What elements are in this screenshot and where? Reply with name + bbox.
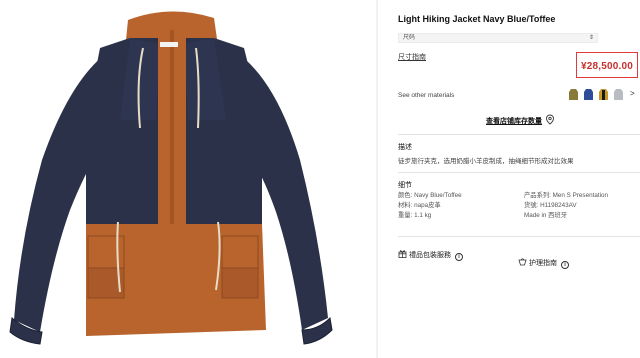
detail-origin: Made in 西班牙 [524,212,568,219]
detail-sku: 货號: H1198243AV [524,202,577,209]
product-price: ¥28,500.00 [580,61,634,72]
chevron-updown-icon: ⇕ [588,35,594,41]
size-select[interactable]: 尺码 ⇕ [398,33,598,43]
panel-divider [376,0,378,358]
divider [398,236,640,237]
info-icon[interactable]: i [454,253,463,261]
swatches-next-icon[interactable]: > [630,89,635,99]
gift-wrapping-link[interactable]: 禮品包裝服務 i [398,250,463,261]
detail-color: 颜色: Navy Blue/Toffee [398,192,462,199]
divider [398,172,640,173]
product-title: Light Hiking Jacket Navy Blue/Toffee [398,14,556,24]
location-pin-icon[interactable] [545,114,555,125]
divider [398,134,640,135]
info-icon[interactable]: i [560,261,569,269]
description-heading: 描述 [398,144,412,151]
material-swatches: > [568,88,640,102]
care-guide-label: 护理指南 [529,260,557,267]
detail-material: 材料: napa皮革 [398,202,441,209]
see-other-materials-label: See other materials [398,92,455,99]
gift-wrapping-label: 禮品包裝服務 [409,252,451,259]
care-guide-link[interactable]: 护理指南 i [518,258,569,269]
swatch-olive-jacket[interactable] [568,88,579,101]
description-text: 徒步旅行夹克，选用奶腊小羊皮制成，抽绳细节形成对比效果 [398,158,574,165]
detail-collection: 产品系列: Men S Presentation [524,192,608,199]
swatch-gold-black-jacket[interactable] [598,88,609,101]
store-stock-link[interactable]: 查看店铺库存数量 [486,116,542,126]
swatch-grey-jacket[interactable] [613,88,624,101]
swatch-blue-jacket[interactable] [583,88,594,101]
product-image-jacket[interactable] [0,0,376,358]
detail-weight: 重量: 1.1 kg [398,212,432,219]
details-heading: 细节 [398,182,412,189]
product-image-panel [0,0,376,358]
size-guide-link[interactable]: 尺寸指南 [398,52,426,62]
product-info-panel: Light Hiking Jacket Navy Blue/Toffee 尺码 … [380,0,640,358]
price-highlight-box: ¥28,500.00 [576,52,638,78]
size-select-value: 尺码 [403,35,416,41]
